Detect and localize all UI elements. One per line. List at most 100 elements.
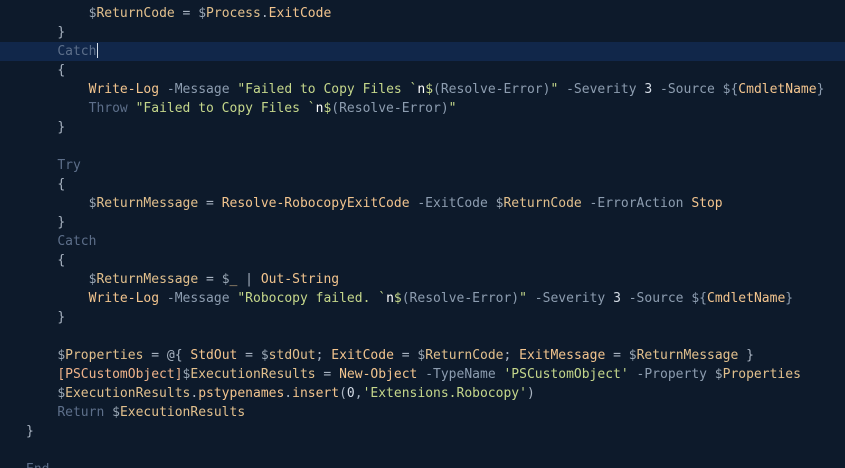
code-token-punct: . [260,6,269,21]
code-token-varname: ReturnCode [425,348,504,363]
code-token-keyword: Try [57,158,81,173]
code-token-cmdlet: Out-String [260,272,340,287]
code-token-punct: ) [526,386,535,401]
code-line[interactable]: $Properties = @{ StdOut = $stdOut; ExitC… [26,346,845,365]
code-line[interactable]: $ReturnMessage = Resolve-RobocopyExitCod… [26,194,845,213]
code-token-sub: } [816,82,825,97]
code-token-varname: ExecutionResults [190,367,316,382]
code-line[interactable]: { [26,251,845,270]
code-line[interactable] [26,441,845,460]
code-line[interactable]: $ExecutionResults.pstypenames.insert(0,'… [26,384,845,403]
code-editor[interactable]: $ReturnCode = $Process.ExitCode } Catch … [0,0,845,468]
code-token-varname: Properties [65,348,144,363]
code-token-string: 'Extensions.Robocopy' [362,386,527,401]
code-line[interactable]: } [26,118,845,137]
code-line[interactable]: Catch [26,232,845,251]
code-token-string: "Failed to Copy Files ` [237,82,418,97]
code-token-varname: stdOut [268,348,316,363]
code-token-op: = [315,367,340,382]
code-line[interactable]: Throw "Failed to Copy Files `n$(Resolve-… [26,99,845,118]
code-token-cmdlet: ExitMessage [519,348,606,363]
code-token-param: -Message [159,82,238,97]
code-token-op: = [237,348,261,363]
code-token-cmdlet: ExitCode [268,6,332,21]
code-token-cmdlet: Resolve-RobocopyExitCode [221,196,410,211]
code-token-param: -Severity [526,291,614,306]
code-line[interactable]: [PSCustomObject] $ ExecutionResults = New-… [26,365,845,384]
code-line[interactable]: $ReturnMessage = $_ | Out-String [26,270,845,289]
code-token-punct: { [57,253,66,268]
code-token-var: $ [198,6,207,21]
code-line[interactable]: $ReturnCode = $Process.ExitCode [26,4,845,23]
code-line[interactable]: } [26,23,845,42]
code-token-punct: @{ [166,348,191,363]
code-token-varname: ReturnMessage [96,272,199,287]
code-line[interactable]: Return $ExecutionResults [26,403,845,422]
text-cursor [97,43,99,58]
code-line[interactable]: { [26,175,845,194]
code-token-varname: ReturnCode [503,196,582,211]
code-token-number: 0 [346,386,355,401]
code-line[interactable] [26,137,845,156]
code-token-cmdlet: New-Object [339,367,418,382]
code-token-param: -Severity [558,82,645,97]
code-token-sub: (Resolve-Error) [331,101,449,116]
code-token-keyword: Throw [88,101,136,116]
code-line[interactable]: Try [26,156,845,175]
code-line[interactable]: Write-Log -Message "Robocopy failed. `n$… [26,289,845,308]
code-token-punct: } [26,424,34,439]
code-token-punct: . [284,386,293,401]
code-token-op: = [143,348,167,363]
code-token-keyword: End [26,462,49,468]
code-token-punct: ( [339,386,347,401]
code-line[interactable]: Catch [0,42,845,61]
code-token-var: $ [112,405,120,420]
code-token-param: -Message [159,291,238,306]
code-token-param: -ErrorAction [581,196,692,211]
code-token-param: -Property [628,367,715,382]
code-token-cmdlet: CmdletName [707,291,786,306]
code-lines[interactable]: $ReturnCode = $Process.ExitCode } Catch … [0,4,845,468]
code-line[interactable]: Write-Log -Message "Failed to Copy Files… [26,80,845,99]
code-line[interactable]: } [26,213,845,232]
code-line[interactable]: { [26,61,845,80]
code-token-var: $ [221,272,230,287]
code-token-varname: Properties [722,367,801,382]
code-token-cmdlet: Write-Log [88,291,160,306]
code-token-punct: ; [503,348,520,363]
code-token-escape: n [386,291,394,306]
code-token-param: -ExitCode [409,196,496,211]
code-token-cmdlet: pstypenames [198,386,285,401]
code-line[interactable] [26,327,845,346]
code-line[interactable]: End [26,460,845,468]
code-token-cmdlet: StdOut [190,348,238,363]
code-token-number: 3 [613,291,621,306]
code-token-param: -Source [652,82,723,97]
code-token-string: "Robocopy failed. ` [237,291,387,306]
code-token-op: = [198,196,222,211]
code-token-punct: } [57,310,66,325]
code-token-string: $ [393,291,402,306]
code-line[interactable]: } [26,308,845,327]
code-line[interactable]: } [26,422,845,441]
code-token-cmdlet: ExitCode [331,348,394,363]
code-token-punct: { [57,177,66,192]
code-token-varname: ReturnMessage [636,348,739,363]
code-token-string: 'PSCustomObject' [503,367,629,382]
code-token-op: = [174,6,199,21]
code-token-keyword: Catch [57,44,97,59]
